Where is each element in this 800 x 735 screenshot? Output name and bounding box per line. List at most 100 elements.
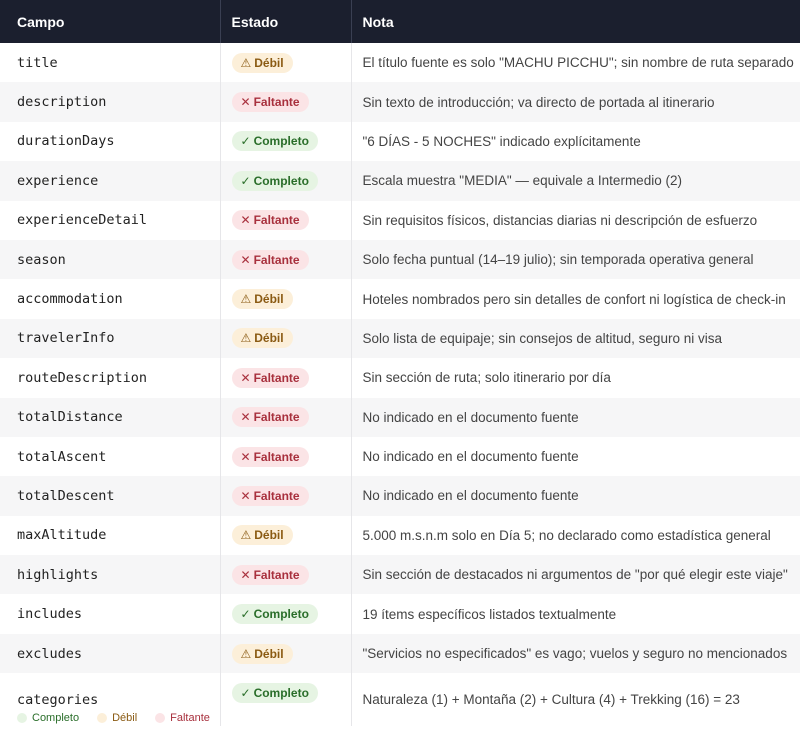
warning-icon: ⚠ — [240, 528, 252, 543]
note-text: Solo fecha puntual (14–19 julio); sin te… — [362, 252, 754, 268]
status-cell: ⚠ Débil — [220, 633, 352, 674]
header-campo: Campo — [0, 0, 221, 43]
legend-label: Completo — [32, 712, 80, 724]
table-row: totalDistance ✕ Faltante No indicado en el … — [0, 397, 800, 437]
table-row: totalDescent ✕ Faltante No indicado en el d… — [0, 476, 800, 516]
status-label: Completo — [253, 607, 309, 622]
warning-icon: ⚠ — [240, 331, 252, 346]
note-text: Sin sección de destacados ni argumentos … — [362, 567, 788, 583]
field-name: excludes — [0, 633, 221, 674]
field-name: experience — [0, 161, 221, 201]
status-label: Faltante — [253, 370, 300, 385]
status-label: Faltante — [253, 95, 300, 110]
legend-dot-icon — [17, 713, 27, 723]
table-row: accommodation ⚠ Débil Hoteles nombrados per… — [0, 279, 800, 319]
field-name: routeDescription — [0, 358, 221, 398]
status-cell: ✕ Faltante — [220, 82, 352, 122]
cross-icon: ✕ — [240, 213, 251, 228]
note-text: Sin requisitos físicos, distancias diari… — [362, 212, 758, 228]
note-text: Hoteles nombrados pero sin detalles de c… — [362, 291, 786, 307]
status-badge: ✕ Faltante — [231, 407, 309, 428]
status-label: Débil — [254, 646, 284, 661]
status-cell: ✕ Faltante — [220, 239, 352, 280]
table-row: totalAscent ✕ Faltante No indicado en el do… — [0, 436, 800, 477]
legend-dot-icon — [155, 713, 166, 723]
check-icon: ✓ — [240, 686, 251, 701]
legend-label: Faltante — [170, 712, 210, 724]
field-name: experienceDetail — [0, 200, 221, 240]
table-header: Campo Estado Nota — [0, 0, 800, 43]
cross-icon: ✕ — [240, 488, 251, 503]
check-icon: ✓ — [240, 173, 251, 188]
status-label: Completo — [253, 173, 309, 188]
legend-label: Débil — [112, 712, 138, 724]
field-name: title — [0, 43, 221, 83]
status-badge: ✕ Faltante — [231, 446, 309, 467]
status-cell: ✓ Completo — [220, 594, 352, 634]
status-label: Faltante — [253, 567, 300, 582]
field-name: accommodation — [0, 279, 221, 319]
status-label: Faltante — [253, 449, 300, 464]
status-badge: ✕ Faltante — [231, 367, 309, 388]
status-badge: ✕ Faltante — [231, 210, 309, 231]
status-label: Faltante — [253, 213, 300, 228]
status-label: Débil — [254, 292, 284, 307]
check-icon: ✓ — [240, 607, 251, 622]
header-nota: Nota — [351, 0, 800, 43]
status-label: Débil — [254, 331, 284, 346]
status-label: Faltante — [253, 410, 300, 425]
legend-item-weak: Débil — [97, 712, 137, 724]
note-text: Solo lista de equipaje; sin consejos de … — [362, 330, 722, 346]
status-badge: ✕ Faltante — [231, 485, 309, 506]
status-badge: ⚠ Débil — [231, 52, 293, 73]
status-label: Faltante — [253, 488, 300, 503]
note-text: Sin texto de introducción; va directo de… — [362, 94, 715, 110]
status-badge: ⚠ Débil — [231, 289, 293, 310]
status-cell: ✕ Faltante — [220, 397, 352, 437]
status-label: Faltante — [253, 252, 300, 267]
table-body: title ⚠ Débil El título fuente es solo "MAC… — [0, 43, 800, 727]
legend-item-ok: Completo — [17, 712, 79, 724]
status-badge: ✕ Faltante — [231, 564, 309, 585]
status-cell: ✓ Completo — [220, 673, 352, 727]
status-badge: ✓ Completo — [231, 604, 318, 625]
table-row: durationDays ✓ Completo "6 DÍAS - 5 NOCHES"… — [0, 121, 800, 162]
status-cell: ✕ Faltante — [220, 436, 352, 477]
field-name: description — [0, 82, 221, 122]
status-label: Completo — [253, 134, 309, 149]
status-cell: ✕ Faltante — [220, 200, 352, 240]
table-row: routeDescription ✕ Faltante Sin sección de … — [0, 358, 800, 398]
note-text: Naturaleza (1) + Montaña (2) + Cultura (… — [362, 692, 740, 708]
status-cell: ✓ Completo — [220, 161, 352, 201]
note-text: Escala muestra "MEDIA" — equivale a Inte… — [362, 173, 682, 189]
field-name: totalDistance — [0, 397, 221, 437]
legend-item-missing: Faltante — [155, 712, 210, 724]
note-text: 5.000 m.s.n.m solo en Día 5; no declarad… — [362, 527, 771, 543]
table-row: experienceDetail ✕ Faltante Sin requisitos … — [0, 200, 800, 240]
field-name: season — [0, 239, 221, 280]
status-label: Débil — [254, 528, 284, 543]
table-row: experience ✓ Completo Escala muestra "MEDIA… — [0, 161, 800, 201]
status-badge: ✓ Completo — [231, 683, 318, 704]
status-legend: Completo Débil Faltante — [17, 712, 210, 724]
status-badge: ⚠ Débil — [231, 643, 293, 664]
status-badge: ✕ Faltante — [231, 249, 309, 270]
cross-icon: ✕ — [240, 567, 251, 582]
note-text: No indicado en el documento fuente — [362, 488, 579, 504]
table-row: title ⚠ Débil El título fuente es solo "MAC… — [0, 43, 800, 83]
table-row: maxAltitude ⚠ Débil 5.000 m.s.n.m solo en D… — [0, 515, 800, 556]
audit-table: Campo Estado Nota title ⚠ Débil El título f… — [0, 0, 800, 727]
field-name: totalDescent — [0, 476, 221, 516]
table-row: includes ✓ Completo 19 ítems específicos li… — [0, 594, 800, 634]
table-row: season ✕ Faltante Solo fecha puntual (14–19… — [0, 239, 800, 280]
field-name: travelerInfo — [0, 318, 221, 359]
note-text: No indicado en el documento fuente — [362, 449, 579, 465]
status-label: Débil — [254, 55, 284, 70]
cross-icon: ✕ — [240, 410, 251, 425]
table-row: description ✕ Faltante Sin texto de introdu… — [0, 82, 800, 122]
note-text: 19 ítems específicos listados textualmen… — [362, 606, 617, 622]
status-badge: ⚠ Débil — [231, 328, 293, 349]
note-text: No indicado en el documento fuente — [362, 409, 579, 425]
table-row: excludes ⚠ Débil "Servicios no especificado… — [0, 633, 800, 674]
warning-icon: ⚠ — [240, 292, 252, 307]
